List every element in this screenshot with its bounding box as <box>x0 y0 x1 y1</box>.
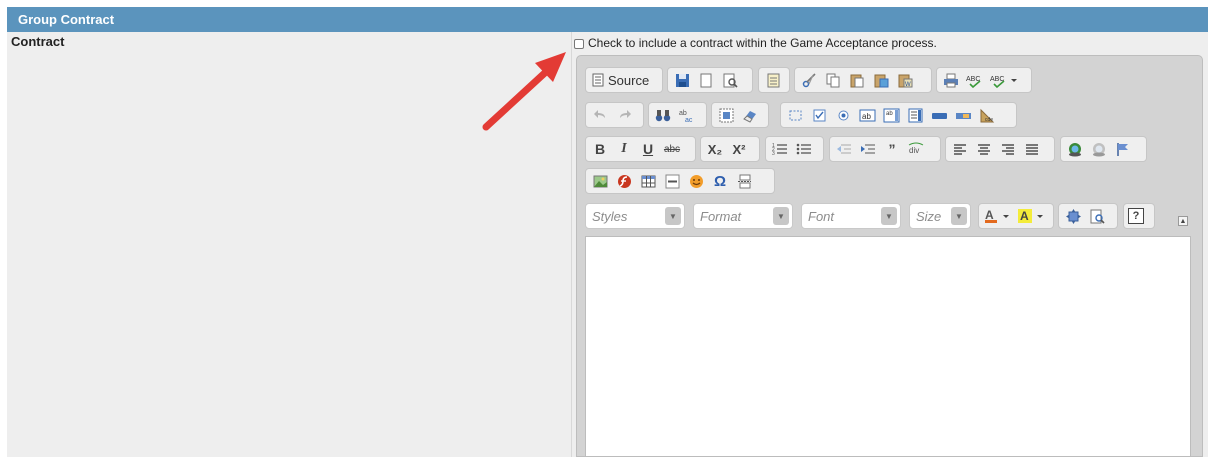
annotation-arrow-icon <box>482 52 566 131</box>
